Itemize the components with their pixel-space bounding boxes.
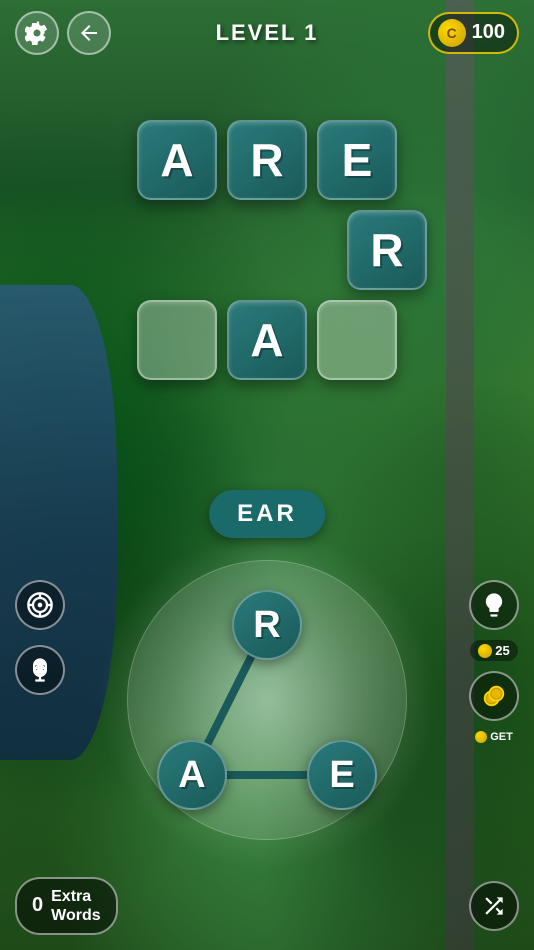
tile-R-1[interactable]: R xyxy=(227,120,307,200)
hint-button[interactable] xyxy=(469,580,519,630)
coin-symbol: C xyxy=(447,25,457,41)
extra-words-count: 0 xyxy=(32,894,43,917)
target-button[interactable] xyxy=(15,580,65,630)
wheel-letter-A[interactable]: A xyxy=(157,740,227,810)
lightbulb-icon xyxy=(480,591,508,619)
coins-icon xyxy=(480,682,508,710)
settings-button[interactable] xyxy=(15,11,59,55)
target-icon xyxy=(26,591,54,619)
tile-empty-2 xyxy=(317,300,397,380)
get-coins-label: GET xyxy=(475,731,513,743)
tiles-area: A R E R A xyxy=(107,120,427,390)
bottom-bar: 0 ExtraWords xyxy=(15,877,519,935)
extra-words-button[interactable]: 0 ExtraWords xyxy=(15,877,118,935)
coin-badge: C 100 xyxy=(428,12,519,54)
get-text: GET xyxy=(490,731,513,743)
shuffle-button[interactable] xyxy=(469,881,519,931)
tile-empty-1 xyxy=(137,300,217,380)
coin-icon: C xyxy=(438,19,466,47)
back-button[interactable] xyxy=(67,11,111,55)
gear-icon xyxy=(25,21,49,45)
letter-wheel: R A E xyxy=(117,550,417,850)
coins-button[interactable] xyxy=(469,671,519,721)
level-title: LEVEL 1 xyxy=(216,20,319,46)
hint-cost-text: 25 xyxy=(495,643,509,658)
left-side-buttons xyxy=(15,580,65,695)
wheel-letter-R[interactable]: R xyxy=(232,590,302,660)
extra-words-label: ExtraWords xyxy=(51,887,100,925)
trophy-icon xyxy=(26,656,54,684)
back-icon xyxy=(77,21,101,45)
tile-row-1: A R E xyxy=(107,120,427,200)
shuffle-icon xyxy=(481,893,507,919)
coin-count: 100 xyxy=(472,21,505,44)
tile-A-1[interactable]: A xyxy=(137,120,217,200)
tile-R-2[interactable]: R xyxy=(347,210,427,290)
header-left xyxy=(15,11,111,55)
wheel-letter-E[interactable]: E xyxy=(307,740,377,810)
right-side-buttons: 25 GET xyxy=(469,580,519,743)
hint-cost-badge: 25 xyxy=(470,640,517,661)
get-coin-icon xyxy=(475,731,487,743)
tile-row-2: R xyxy=(107,210,427,290)
tile-A-2[interactable]: A xyxy=(227,300,307,380)
tile-row-3: A xyxy=(107,300,427,380)
trophy-button[interactable] xyxy=(15,645,65,695)
header: LEVEL 1 C 100 xyxy=(0,0,534,65)
hint-coin-icon xyxy=(478,644,492,658)
tile-E-1[interactable]: E xyxy=(317,120,397,200)
